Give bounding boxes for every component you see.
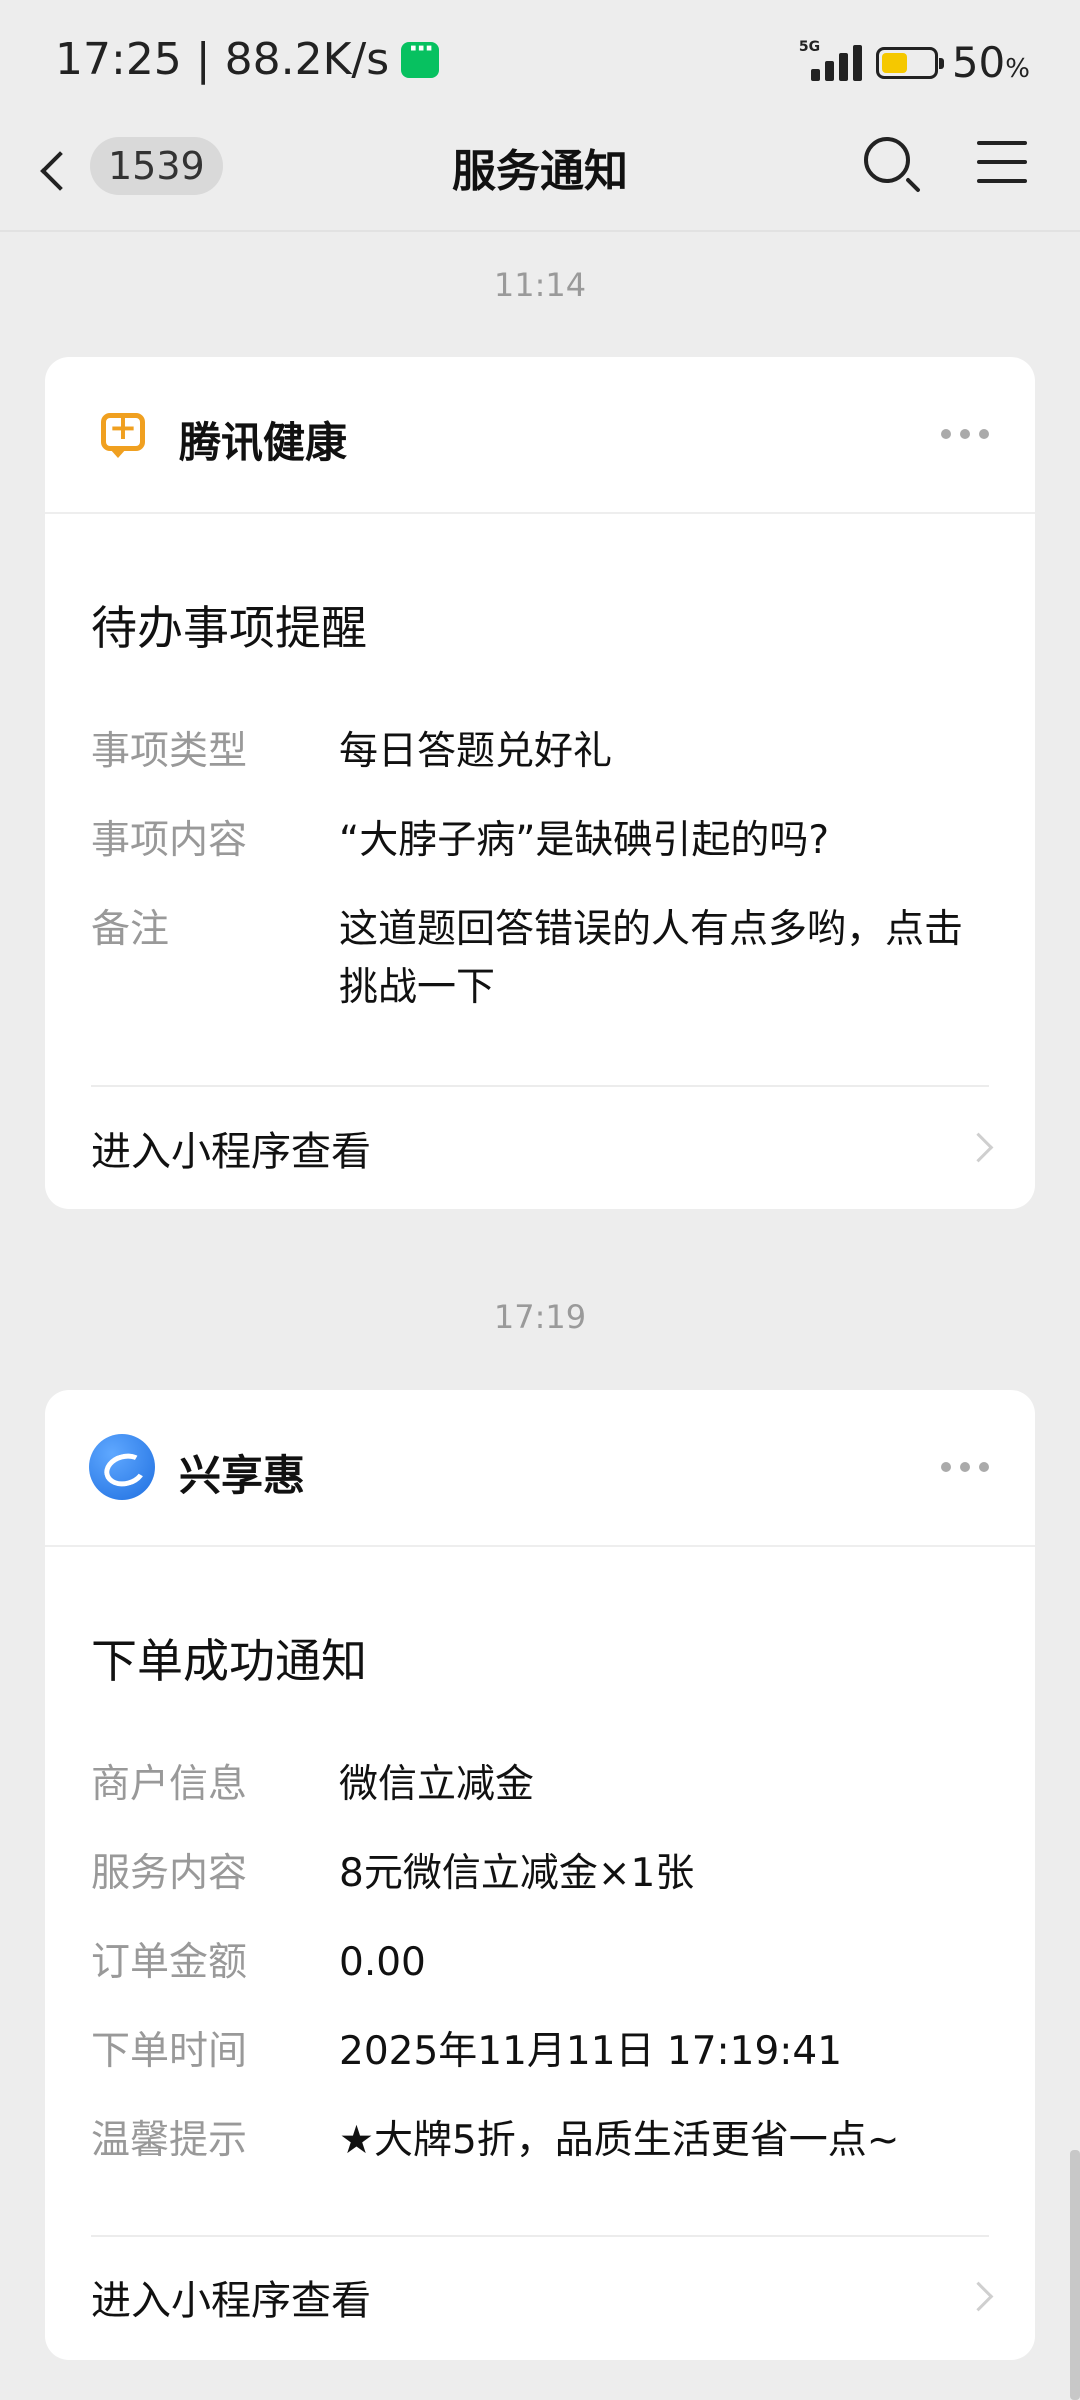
status-bar: 17:25 | 88.2K/s 5G 50% [0, 0, 1080, 125]
search-icon[interactable] [864, 137, 910, 183]
message-timestamp: 17:19 [493, 1298, 587, 1336]
battery-percent: 50% [952, 38, 1030, 87]
nav-bar: 1539 服务通知 [0, 125, 1080, 232]
status-time-speed: 17:25 | 88.2K/s [55, 34, 390, 85]
message-timestamp: 11:14 [493, 266, 587, 304]
wechat-notification-icon [401, 34, 440, 78]
chevron-right-icon [963, 2281, 994, 2312]
field-label: 下单时间 [91, 2029, 248, 2074]
more-options-icon[interactable] [941, 1462, 989, 1472]
field-value: 0.00 [339, 1940, 426, 1985]
field-label: 服务内容 [91, 1851, 248, 1896]
card-header[interactable]: 腾讯健康 [45, 357, 1035, 514]
more-options-icon[interactable] [941, 429, 989, 439]
signal-icon: 5G [799, 39, 862, 81]
field-value: 8元微信立减金×1张 [339, 1851, 695, 1896]
service-name: 兴享惠 [179, 1451, 306, 1500]
chevron-right-icon [963, 1132, 994, 1163]
battery-percent-value: 50 [951, 38, 1006, 87]
field-value: 2025年11月11日 17:19:41 [339, 2029, 843, 2074]
divider [91, 2235, 989, 2237]
xingxianghui-logo-icon [89, 1434, 155, 1500]
notification-card: 腾讯健康 待办事项提醒 事项类型 每日答题兑好礼 事项内容 “大脖子病”是缺碘引… [45, 357, 1035, 1209]
field-label: 事项类型 [91, 729, 248, 774]
field-label: 温馨提示 [91, 2118, 248, 2163]
card-header[interactable]: 兴享惠 [45, 1390, 1035, 1547]
field-label: 商户信息 [91, 1762, 248, 1807]
field-value: “大脖子病”是缺碘引起的吗? [339, 818, 830, 863]
field-value: 这道题回答错误的人有点多哟，点击挑战一下 [339, 907, 964, 1010]
divider [91, 1085, 989, 1087]
battery-percent-unit: % [1005, 54, 1030, 84]
tencent-health-logo-icon [101, 408, 145, 458]
field-value: 每日答题兑好礼 [339, 729, 613, 774]
status-right: 5G 50% [799, 38, 1030, 87]
field-label: 备注 [91, 907, 170, 952]
field-label: 事项内容 [91, 818, 248, 863]
battery-icon [875, 46, 944, 79]
field-label: 订单金额 [91, 1940, 248, 1985]
battery-fill [881, 52, 907, 73]
scrollbar[interactable] [1070, 2150, 1080, 2400]
status-left: 17:25 | 88.2K/s [55, 34, 440, 85]
open-miniprogram-link[interactable]: 进入小程序查看 [91, 2268, 371, 2326]
field-value: ★大牌5折，品质生活更省一点~ [339, 2118, 900, 2163]
open-miniprogram-link[interactable]: 进入小程序查看 [91, 1119, 371, 1177]
card-title: 待办事项提醒 [91, 601, 367, 655]
network-type: 5G [798, 38, 821, 55]
service-name: 腾讯健康 [179, 418, 348, 467]
field-value: 微信立减金 [339, 1762, 535, 1807]
menu-icon[interactable] [977, 141, 1027, 183]
notification-card: 兴享惠 下单成功通知 商户信息 微信立减金 服务内容 8元微信立减金×1张 订单… [45, 1390, 1035, 2360]
card-title: 下单成功通知 [91, 1634, 367, 1688]
